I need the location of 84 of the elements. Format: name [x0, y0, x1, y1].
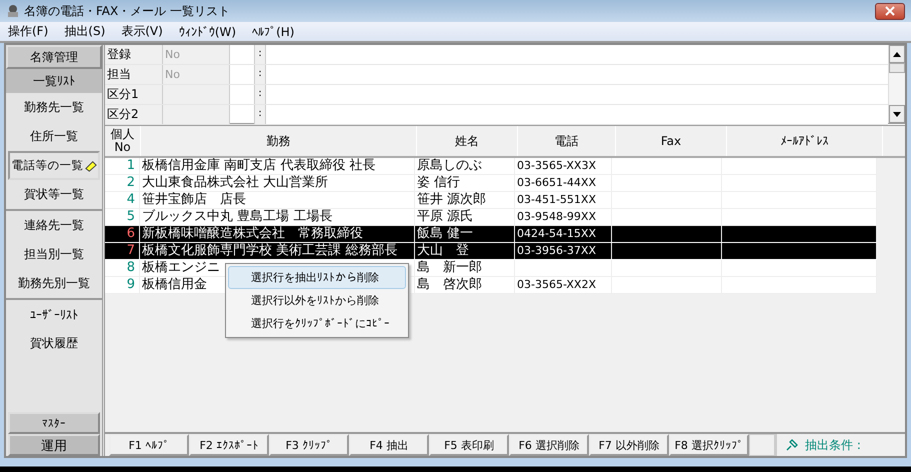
menu-item[interactable]: ﾍﾙﾌﾟ(H) — [252, 24, 294, 38]
table-row[interactable]: 6 新板橋味噌醸造株式会社 常務取締役 飯島 健一 0424-54-15XX — [105, 226, 877, 243]
function-key-button[interactable]: F4 抽出 — [349, 434, 429, 456]
close-icon — [884, 6, 896, 16]
table-row[interactable]: 5 ブルックス中丸 豊島工場 工場長 平原 源氏 03-9548-99XX — [105, 209, 877, 226]
value-field[interactable] — [163, 85, 230, 104]
table-cell: 笹井 源次郎 — [415, 192, 515, 208]
table-cell: 姿 信行 — [415, 175, 515, 191]
sidebar-tab[interactable]: ﾏｽﾀｰ — [8, 412, 100, 434]
column-header[interactable]: 電話 — [518, 126, 616, 156]
column-header[interactable]: ﾒｰﾙｱﾄﾞﾚｽ — [727, 126, 883, 156]
function-key-button[interactable]: F2 ｴｸｽﾎﾟｰﾄ — [189, 434, 269, 456]
row-number: 6 — [105, 226, 140, 242]
field-label: 担当 — [105, 65, 163, 84]
row-number: 2 — [105, 175, 140, 191]
table-cell: 板橋信用金庫 南町支店 代表取締役 社長 — [140, 158, 415, 174]
separator-text: : — [258, 88, 262, 99]
table-cell: 03-3956-37XX — [517, 244, 596, 257]
menu-item[interactable]: ｳｨﾝﾄﾞｳ(W) — [178, 24, 236, 38]
table-cell: 板橋文化服飾専門学校 美術工芸課 総務部長 — [140, 243, 415, 259]
row-number: 8 — [105, 260, 140, 276]
function-key-button[interactable]: F8 選択ｸﾘｯﾌﾟ — [669, 434, 749, 456]
table-row[interactable]: 2 大山東食品株式会社 大山営業所 姿 信行 03-6651-44XX — [105, 175, 877, 192]
field-value: No — [165, 48, 180, 61]
row-number: 7 — [105, 243, 140, 259]
menu-item[interactable]: 抽出(S) — [64, 23, 106, 40]
table-row[interactable]: 7 板橋文化服飾専門学校 美術工芸課 総務部長 大山 登 03-3956-37XX — [105, 243, 877, 260]
close-button[interactable] — [875, 2, 905, 20]
pencil-icon — [84, 160, 96, 172]
up-arrow-icon — [893, 52, 901, 56]
function-key-button[interactable]: F1 ﾍﾙﾌﾟ — [109, 434, 189, 456]
filter-label: 抽出条件 : — [805, 436, 861, 454]
table-cell: 新板橋味噌醸造株式会社 常務取締役 — [140, 226, 415, 242]
table-row[interactable]: 1 板橋信用金庫 南町支店 代表取締役 社長 原島しのぶ 03-3565-XX3X — [105, 158, 877, 175]
sidebar-item[interactable]: 一覧ﾘｽﾄ — [6, 69, 102, 93]
table-cell: 飯島 健一 — [415, 226, 515, 242]
function-key-button[interactable]: F3 ｸﾘｯﾌﾟ — [269, 434, 349, 456]
function-key-button[interactable]: F6 選択削除 — [509, 434, 589, 456]
table-cell: 平原 源氏 — [415, 209, 515, 225]
table-cell: 03-9548-99XX — [517, 210, 596, 223]
value-field[interactable] — [163, 105, 230, 124]
table-row[interactable]: 4 笹井宝飾店 店長 笹井 源次郎 03-451-551XX — [105, 192, 877, 209]
column-header[interactable]: 勤務 — [141, 126, 417, 156]
context-menu-item[interactable]: 選択行をｸﾘｯﾌﾟﾎﾞｰﾄﾞにｺﾋﾟｰ — [228, 312, 406, 335]
column-header[interactable]: 姓名 — [417, 126, 518, 156]
separator-text: : — [258, 108, 262, 119]
window-title: 名簿の電話・FAX・メール 一覧リスト — [24, 2, 230, 20]
table-cell: 島 啓次郎 — [415, 277, 515, 293]
table-cell: 笹井宝飾店 店長 — [140, 192, 415, 208]
table-cell: 03-451-551XX — [517, 193, 596, 206]
menu-item[interactable]: 操作(F) — [8, 23, 48, 40]
separator-text: : — [258, 48, 262, 59]
table-cell: 03-3565-XX2X — [517, 278, 596, 291]
pin-icon — [785, 438, 799, 452]
row-number: 5 — [105, 209, 140, 225]
field-label: 区分2 — [105, 105, 163, 124]
menu-item[interactable]: 表示(V) — [121, 23, 163, 40]
down-arrow-icon — [893, 112, 901, 116]
table-cell: 原島しのぶ — [415, 158, 515, 174]
separator-text: : — [258, 68, 262, 79]
function-key-button[interactable]: F7 以外削除 — [589, 434, 669, 456]
table-cell: ブルックス中丸 豊島工場 工場長 — [140, 209, 415, 225]
table-cell: 0424-54-15XX — [517, 227, 596, 240]
table-cell: 島 新一郎 — [415, 260, 515, 276]
table-cell: 大山東食品株式会社 大山営業所 — [140, 175, 415, 191]
column-header[interactable]: Fax — [616, 126, 727, 156]
row-number: 1 — [105, 158, 140, 174]
scroll-thumb[interactable] — [889, 63, 905, 73]
scrollbar[interactable] — [888, 45, 905, 123]
sidebar-item[interactable]: 名簿管理 — [6, 45, 102, 69]
field-value: No — [165, 68, 180, 81]
function-key-button[interactable]: F5 表印刷 — [429, 434, 509, 456]
blank-button[interactable] — [749, 434, 775, 456]
row-number: 9 — [105, 277, 140, 293]
column-header[interactable]: 個人 No — [105, 126, 141, 156]
field-label: 区分1 — [105, 85, 163, 104]
app-icon — [6, 4, 20, 18]
table-cell: 03-3565-XX3X — [517, 159, 596, 172]
table-cell: 大山 登 — [415, 243, 515, 259]
sidebar-tab[interactable]: 運用 — [8, 434, 100, 456]
row-number: 4 — [105, 192, 140, 208]
table-cell: 03-6651-44XX — [517, 176, 596, 189]
field-label: 登録 — [105, 45, 163, 64]
sidebar-item[interactable]: 電話等の一覧 — [8, 151, 100, 180]
